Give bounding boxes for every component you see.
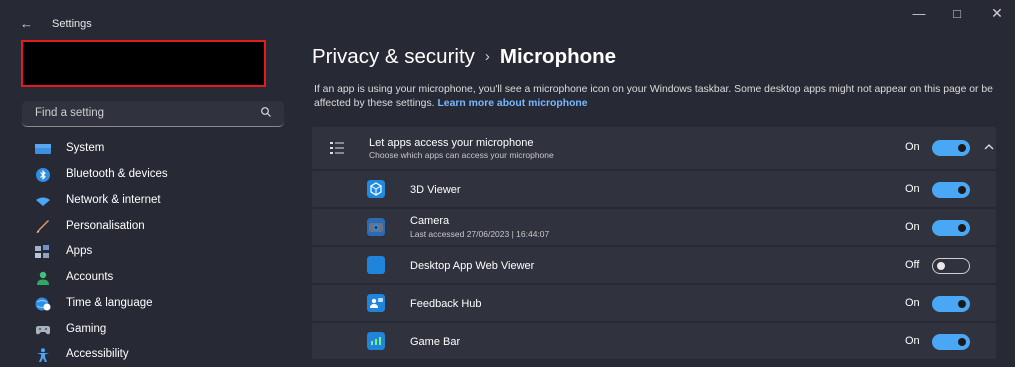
sidebar-item-accessibility[interactable]: Accessibility	[22, 343, 284, 367]
sidebar-item-label: Apps	[66, 245, 93, 257]
desktop-app-web-viewer-toggle[interactable]	[932, 258, 970, 274]
toggle-state-label: On	[905, 221, 920, 233]
page-description: If an app is using your microphone, you'…	[314, 83, 1004, 110]
microphone-access-row[interactable]: Let apps access your microphone Choose w…	[312, 127, 996, 169]
breadcrumb: Privacy & security › Microphone	[312, 45, 616, 69]
window-title: Settings	[52, 18, 92, 30]
accounts-icon	[37, 271, 49, 285]
learn-more-link[interactable]: Learn more about microphone	[437, 98, 587, 109]
sidebar-item-label: Personalisation	[66, 220, 145, 232]
app-name: Game Bar	[410, 336, 461, 348]
app-row-feedback-hub: Feedback Hub On	[312, 285, 996, 321]
app-name: Feedback Hub	[410, 298, 482, 310]
sidebar-item-label: System	[66, 142, 105, 154]
microphone-access-subtitle: Choose which apps can access your microp…	[369, 150, 554, 160]
apps-icon	[35, 245, 49, 258]
sidebar-item-apps[interactable]: Apps	[22, 240, 284, 264]
sidebar-item-label: Time & language	[66, 297, 153, 309]
toggle-state-label: On	[905, 183, 920, 195]
toggle-state-label: On	[905, 335, 920, 347]
sidebar-item-network[interactable]: Network & internet	[22, 189, 284, 213]
network-icon	[36, 197, 50, 206]
back-arrow-icon[interactable]: ←	[20, 16, 33, 31]
personalisation-icon	[36, 220, 49, 233]
toggle-knob	[958, 144, 966, 152]
sidebar-item-bluetooth[interactable]: Bluetooth & devices	[22, 163, 284, 187]
sidebar-item-accounts[interactable]: Accounts	[22, 266, 284, 290]
app-row-camera: Camera Last accessed 27/06/2023 | 16:44:…	[312, 209, 996, 245]
game-bar-toggle[interactable]	[932, 334, 970, 350]
bluetooth-icon	[36, 168, 50, 182]
sidebar-item-label: Bluetooth & devices	[66, 168, 168, 180]
sidebar-item-label: Gaming	[66, 323, 107, 335]
3d-viewer-icon	[367, 180, 385, 198]
chevron-up-icon[interactable]	[983, 142, 995, 152]
camera-toggle[interactable]	[932, 220, 970, 236]
title-bar: ← Settings — □ ✕	[0, 0, 1015, 34]
app-name: Camera	[410, 215, 450, 227]
minimize-icon[interactable]: —	[908, 6, 930, 21]
toggle-knob	[937, 262, 945, 270]
app-row-3d-viewer: 3D Viewer On	[312, 171, 996, 207]
microphone-access-toggle[interactable]	[932, 140, 970, 156]
close-icon[interactable]: ✕	[986, 5, 1008, 22]
sidebar: System Bluetooth & devices Network & int…	[0, 34, 296, 362]
list-icon	[330, 142, 344, 154]
toggle-state-label: On	[905, 297, 920, 309]
app-row-desktop-app-web-viewer: Desktop App Web Viewer Off	[312, 247, 996, 283]
redacted-account-box	[21, 40, 266, 87]
sidebar-item-label: Network & internet	[66, 194, 161, 206]
app-last-accessed: Last accessed 27/06/2023 | 16:44:07	[410, 229, 550, 239]
breadcrumb-separator: ›	[484, 48, 490, 65]
sidebar-item-time-language[interactable]: Time & language	[22, 292, 284, 316]
search-box[interactable]	[22, 101, 284, 127]
feedback-hub-toggle[interactable]	[932, 296, 970, 312]
sidebar-item-label: Accessibility	[66, 348, 129, 360]
description-text: If an app is using your microphone, you'…	[314, 84, 993, 109]
sidebar-item-system[interactable]: System	[22, 137, 284, 161]
search-icon[interactable]	[260, 106, 272, 118]
toggle-state-label: Off	[905, 259, 920, 271]
search-input[interactable]	[22, 101, 255, 125]
3d-viewer-toggle[interactable]	[932, 182, 970, 198]
microphone-access-title: Let apps access your microphone	[369, 137, 534, 149]
toggle-state-label: On	[905, 141, 920, 153]
camera-icon	[367, 218, 385, 236]
game-bar-icon	[367, 332, 385, 350]
system-icon	[35, 144, 51, 154]
breadcrumb-parent[interactable]: Privacy & security	[312, 45, 475, 68]
app-name: 3D Viewer	[410, 184, 461, 196]
page-title: Microphone	[499, 45, 617, 68]
app-row-game-bar: Game Bar On	[312, 323, 996, 359]
toggle-knob	[958, 186, 966, 194]
app-name: Desktop App Web Viewer	[410, 260, 535, 272]
toggle-knob	[958, 300, 966, 308]
maximize-icon[interactable]: □	[946, 6, 968, 21]
gaming-icon	[36, 326, 50, 335]
toggle-knob	[958, 224, 966, 232]
sidebar-item-label: Accounts	[66, 271, 114, 283]
main-content: Privacy & security › Microphone If an app …	[296, 34, 1015, 360]
sidebar-item-personalisation[interactable]: Personalisation	[22, 215, 284, 239]
toggle-knob	[958, 338, 966, 346]
time-language-icon	[35, 297, 51, 311]
desktop-app-web-viewer-icon	[367, 256, 385, 274]
feedback-hub-icon	[367, 294, 385, 312]
sidebar-item-gaming[interactable]: Gaming	[22, 318, 284, 342]
